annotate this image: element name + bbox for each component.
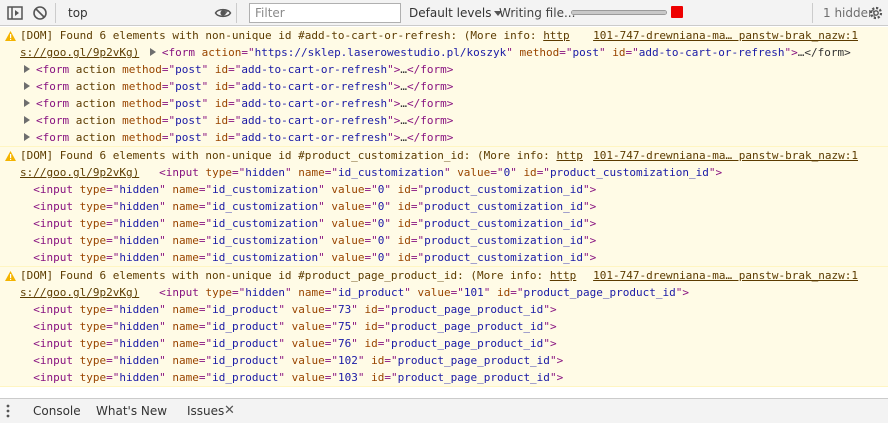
message-header: [DOM] Found 6 elements with non-unique i… <box>20 27 888 44</box>
more-info-link[interactable]: http <box>556 149 583 162</box>
stop-button[interactable] <box>671 6 683 18</box>
dom-node[interactable]: <input type="hidden" name="id_product" v… <box>33 371 563 384</box>
sidebar-toggle-icon[interactable] <box>6 4 24 22</box>
message-text: [DOM] Found 6 elements with non-unique i… <box>20 149 557 162</box>
dom-node[interactable]: <form action method="post" id="add-to-ca… <box>36 114 453 127</box>
context-selector-value: top <box>68 6 88 20</box>
message-text: [DOM] Found 6 elements with non-unique i… <box>20 29 544 42</box>
message-row: s://goo.gl/9p2vKg) <input type="hidden" … <box>20 284 888 301</box>
dom-node[interactable]: <form action method="post" id="add-to-ca… <box>36 97 453 110</box>
console-messages: [DOM] Found 6 elements with non-unique i… <box>0 27 888 398</box>
context-selector[interactable]: top <box>60 3 233 23</box>
dom-node[interactable]: <input type="hidden" name="id_customizat… <box>159 166 722 179</box>
dom-node-row: <input type="hidden" name="id_product" v… <box>20 318 888 335</box>
tab-console[interactable]: Console <box>33 404 81 418</box>
attr-name: id <box>612 46 626 59</box>
dom-node[interactable]: <input type="hidden" name="id_customizat… <box>33 251 596 264</box>
dom-node-row: <input type="hidden" name="id_customizat… <box>20 232 888 249</box>
dom-node-row: <form action method="post" id="add-to-ca… <box>20 78 888 95</box>
attr-value: https://sklep.laserowestudio.pl/koszyk <box>254 46 507 59</box>
dom-node[interactable]: <form action="https://sklep.laserowestud… <box>162 46 851 59</box>
warning-message: [DOM] Found 6 elements with non-unique i… <box>0 27 888 147</box>
warning-icon <box>5 271 16 281</box>
message-header: [DOM] Found 6 elements with non-unique i… <box>20 267 888 284</box>
dom-node[interactable]: <input type="hidden" name="id_customizat… <box>33 200 596 213</box>
clear-console-icon[interactable] <box>31 4 49 22</box>
toolbar-divider <box>55 3 56 23</box>
dom-node[interactable]: <input type="hidden" name="id_customizat… <box>33 217 596 230</box>
close-icon[interactable]: ✕ <box>224 403 235 418</box>
filter-input[interactable] <box>249 3 401 23</box>
dom-node-row: <form action method="post" id="add-to-ca… <box>20 129 888 146</box>
message-text: [DOM] Found 6 elements with non-unique i… <box>20 269 550 282</box>
warning-icon <box>5 151 16 161</box>
progress-bar <box>571 10 667 15</box>
dom-node-row: <form action method="post" id="add-to-ca… <box>20 95 888 112</box>
tab-whats-new[interactable]: What's New <box>96 404 167 418</box>
node-list: <input type="hidden" name="id_product" v… <box>20 301 888 386</box>
node-tag: form <box>168 46 195 59</box>
dom-node[interactable]: <input type="hidden" name="id_product" v… <box>33 354 563 367</box>
more-info-link[interactable]: s://goo.gl/9p2vKg) <box>20 46 139 59</box>
toolbar-divider <box>236 3 237 23</box>
status-text: Writing file... <box>499 6 576 20</box>
node-tail: …</form> <box>797 46 851 59</box>
node-list: <input type="hidden" name="id_customizat… <box>20 181 888 266</box>
attr-value: add-to-cart-or-refresh <box>638 46 785 59</box>
warning-message: [DOM] Found 6 elements with non-unique i… <box>0 147 888 267</box>
expand-arrow-icon[interactable] <box>24 99 30 107</box>
drawer-menu-icon[interactable] <box>6 404 10 418</box>
dom-node[interactable]: <input type="hidden" name="id_product" v… <box>33 320 556 333</box>
dom-node-row: <input type="hidden" name="id_customizat… <box>20 181 888 198</box>
message-row: s://goo.gl/9p2vKg) <form action="https:/… <box>20 44 888 61</box>
more-info-link[interactable]: http <box>550 269 577 282</box>
gear-icon[interactable] <box>867 4 885 22</box>
expand-arrow-icon[interactable] <box>149 48 156 56</box>
expand-arrow-icon[interactable] <box>24 133 30 141</box>
more-info-link[interactable]: http <box>543 29 570 42</box>
dom-node-row: <input type="hidden" name="id_customizat… <box>20 215 888 232</box>
more-info-link[interactable]: s://goo.gl/9p2vKg) <box>20 166 139 179</box>
eye-icon[interactable] <box>214 4 232 22</box>
dom-node[interactable]: <form action method="post" id="add-to-ca… <box>36 131 453 144</box>
dom-node[interactable]: <form action method="post" id="add-to-ca… <box>36 63 453 76</box>
console-toolbar: top Default levels Writing file... 1 hid… <box>0 0 888 26</box>
message-row: s://goo.gl/9p2vKg) <input type="hidden" … <box>20 164 888 181</box>
warning-icon <box>5 31 16 41</box>
attr-name: action <box>201 46 242 59</box>
dom-node-row: <input type="hidden" name="id_customizat… <box>20 198 888 215</box>
more-info-link[interactable]: s://goo.gl/9p2vKg) <box>20 286 139 299</box>
dom-node-row: <form action method="post" id="add-to-ca… <box>20 61 888 78</box>
message-header: [DOM] Found 6 elements with non-unique i… <box>20 147 888 164</box>
dom-node-row: <input type="hidden" name="id_customizat… <box>20 249 888 266</box>
dom-node[interactable]: <input type="hidden" name="id_product" v… <box>33 337 556 350</box>
source-link[interactable]: 101-747-drewniana-ma… panstw-brak_nazw:1 <box>593 27 858 44</box>
tab-issues[interactable]: Issues <box>187 404 224 418</box>
dom-node[interactable]: <input type="hidden" name="id_customizat… <box>33 183 596 196</box>
expand-arrow-icon[interactable] <box>24 82 30 90</box>
dom-node-row: <input type="hidden" name="id_product" v… <box>20 352 888 369</box>
warning-message: [DOM] Found 6 elements with non-unique i… <box>0 267 888 387</box>
dom-node[interactable]: <form action method="post" id="add-to-ca… <box>36 80 453 93</box>
dom-node[interactable]: <input type="hidden" name="id_customizat… <box>33 234 596 247</box>
attr-name: method <box>519 46 560 59</box>
dom-node-row: <input type="hidden" name="id_product" v… <box>20 301 888 318</box>
source-link[interactable]: 101-747-drewniana-ma… panstw-brak_nazw:1 <box>593 147 858 164</box>
toolbar-divider <box>812 3 813 23</box>
progress-fill <box>572 11 666 14</box>
dom-node[interactable]: <input type="hidden" name="id_product" v… <box>33 303 556 316</box>
dom-node[interactable]: <input type="hidden" name="id_product" v… <box>159 286 689 299</box>
dom-node-row: <input type="hidden" name="id_product" v… <box>20 335 888 352</box>
node-list: <form action method="post" id="add-to-ca… <box>20 61 888 146</box>
attr-value: post <box>572 46 600 59</box>
dom-node-row: <input type="hidden" name="id_product" v… <box>20 369 888 386</box>
drawer-tabbar: Console What's New Issues ✕ <box>0 398 888 423</box>
dom-node-row: <form action method="post" id="add-to-ca… <box>20 112 888 129</box>
log-levels-label: Default levels <box>409 6 492 20</box>
log-levels-dropdown[interactable]: Default levels <box>409 6 503 20</box>
expand-arrow-icon[interactable] <box>24 116 30 124</box>
source-link[interactable]: 101-747-drewniana-ma… panstw-brak_nazw:1 <box>593 267 858 284</box>
expand-arrow-icon[interactable] <box>24 65 30 73</box>
